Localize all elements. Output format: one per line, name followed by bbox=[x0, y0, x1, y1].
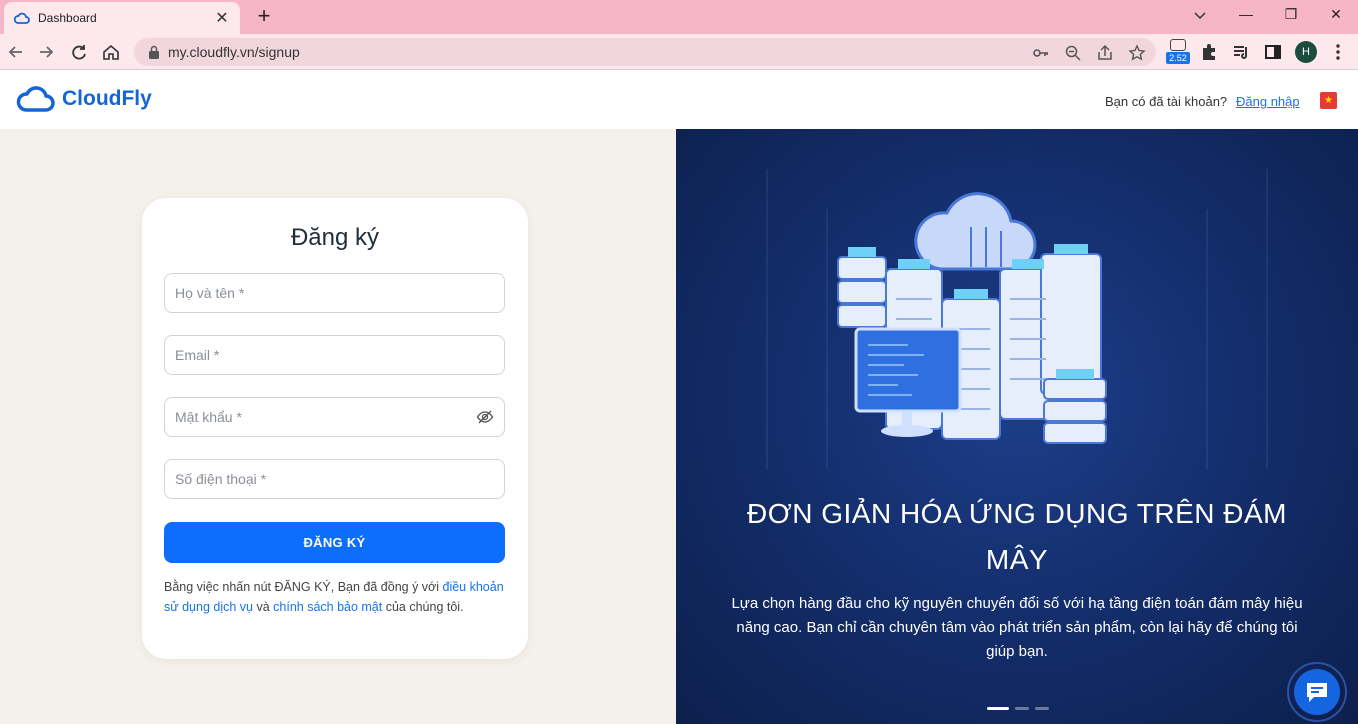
phone-field[interactable] bbox=[164, 459, 505, 499]
minimize-button[interactable]: — bbox=[1236, 6, 1256, 22]
maximize-button[interactable]: ❐ bbox=[1281, 6, 1301, 23]
signup-title: Đăng ký bbox=[290, 224, 380, 251]
fullname-field[interactable] bbox=[164, 273, 505, 313]
hero-pane: ĐƠN GIẢN HÓA ỨNG DỤNG TRÊN ĐÁM MÂY Lựa c… bbox=[676, 129, 1358, 724]
privacy-policy-link[interactable]: chính sách bảo mật bbox=[273, 600, 382, 614]
cloudfly-logo[interactable]: CloudFly bbox=[16, 84, 152, 114]
cloud-favicon-icon bbox=[14, 12, 30, 24]
address-bar[interactable]: my.cloudfly.vn/signup bbox=[134, 38, 1156, 66]
new-tab-button[interactable]: + bbox=[254, 5, 274, 27]
site-header: CloudFly Bạn có đã tài khoản? Đăng nhập bbox=[0, 71, 1358, 129]
email-input[interactable] bbox=[175, 347, 494, 363]
close-window-button[interactable]: ✕ bbox=[1326, 6, 1346, 23]
key-icon[interactable] bbox=[1032, 44, 1050, 62]
chat-widget-button[interactable] bbox=[1287, 662, 1347, 722]
carousel-dot[interactable] bbox=[1015, 707, 1029, 710]
tab-search-chevron-icon[interactable] bbox=[1190, 8, 1210, 22]
url-text: my.cloudfly.vn/signup bbox=[168, 44, 300, 60]
carousel-indicators bbox=[987, 707, 1049, 710]
terms-suffix: của chúng tôi. bbox=[382, 600, 464, 614]
signup-pane: Đăng ký ĐĂNG KÝ Bằng việc nhấn nút ĐĂNG … bbox=[0, 129, 676, 724]
home-icon[interactable] bbox=[101, 42, 121, 62]
bookmark-star-icon[interactable] bbox=[1128, 44, 1146, 62]
hero-title: ĐƠN GIẢN HÓA ỨNG DỤNG TRÊN ĐÁM MÂY bbox=[747, 498, 1287, 575]
carousel-dot[interactable] bbox=[1035, 707, 1049, 710]
browser-tab-strip: Dashboard ✕ + — ❐ ✕ bbox=[0, 0, 1358, 34]
chat-bubble-icon bbox=[1307, 683, 1327, 702]
terms-prefix: Bằng việc nhấn nút ĐĂNG KÝ, Bạn đã đồng … bbox=[164, 580, 443, 594]
hero-description: Lựa chọn hàng đầu cho kỹ nguyên chuyển đ… bbox=[731, 595, 1303, 660]
extension-badge-icon[interactable]: 2.52 bbox=[1166, 39, 1190, 65]
cloud-logo-icon bbox=[16, 86, 55, 112]
menu-kebab-icon[interactable] bbox=[1328, 42, 1348, 62]
phone-input[interactable] bbox=[175, 471, 494, 487]
brand-name: CloudFly bbox=[62, 87, 152, 110]
browser-tab[interactable]: Dashboard ✕ bbox=[4, 2, 240, 34]
password-input[interactable] bbox=[175, 409, 476, 425]
eye-slash-icon[interactable] bbox=[476, 408, 494, 426]
extension-badge-count: 2.52 bbox=[1166, 52, 1190, 64]
lock-icon bbox=[149, 45, 159, 59]
reading-list-icon[interactable] bbox=[1231, 42, 1251, 62]
vietnam-flag-icon[interactable]: ★ bbox=[1320, 92, 1337, 109]
tab-close-icon[interactable]: ✕ bbox=[214, 8, 230, 28]
terms-middle: và bbox=[252, 600, 274, 614]
browser-toolbar: my.cloudfly.vn/signup 2.52 H bbox=[0, 34, 1358, 70]
zoom-out-icon[interactable] bbox=[1064, 44, 1082, 62]
share-icon[interactable] bbox=[1096, 44, 1114, 62]
carousel-dot[interactable] bbox=[987, 707, 1009, 710]
extensions-puzzle-icon[interactable] bbox=[1199, 42, 1219, 62]
reload-icon[interactable] bbox=[69, 42, 89, 62]
terms-text: Bằng việc nhấn nút ĐĂNG KÝ, Bạn đã đồng … bbox=[164, 577, 509, 617]
browser-tab-title: Dashboard bbox=[38, 11, 97, 25]
cloud-servers-illustration bbox=[837, 192, 1107, 444]
password-field[interactable] bbox=[164, 397, 505, 437]
fullname-input[interactable] bbox=[175, 285, 494, 301]
email-field[interactable] bbox=[164, 335, 505, 375]
signup-button[interactable]: ĐĂNG KÝ bbox=[164, 522, 505, 563]
login-link[interactable]: Đăng nhập bbox=[1236, 94, 1300, 109]
account-question: Bạn có đã tài khoản? bbox=[1105, 94, 1228, 109]
side-panel-icon[interactable] bbox=[1263, 42, 1283, 62]
profile-avatar[interactable]: H bbox=[1295, 41, 1317, 63]
back-icon[interactable] bbox=[6, 42, 26, 62]
signup-card: Đăng ký ĐĂNG KÝ Bằng việc nhấn nút ĐĂNG … bbox=[142, 198, 528, 659]
forward-icon[interactable] bbox=[36, 42, 56, 62]
